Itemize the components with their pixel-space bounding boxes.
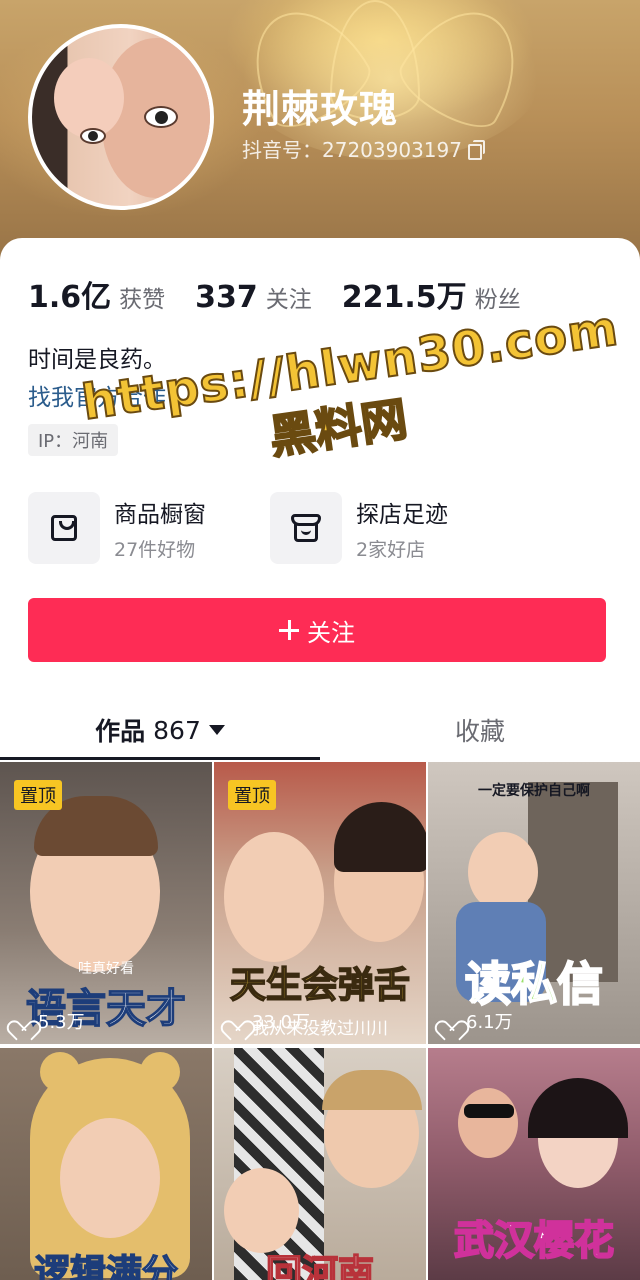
cover-title: 读私信	[464, 956, 604, 1012]
shopping-bag-icon	[28, 492, 100, 564]
like-count-value: 5.3万	[38, 1012, 85, 1033]
cover-figure	[458, 1088, 518, 1158]
like-count-value: 6.1万	[466, 1012, 513, 1033]
avatar[interactable]	[28, 24, 214, 210]
avatar-eye	[80, 128, 106, 144]
stat-followers-value: 221.5万	[341, 280, 467, 315]
video-tile[interactable]: 回河南	[214, 1048, 426, 1280]
avatar-face	[54, 58, 124, 138]
cover-figure	[468, 832, 538, 912]
stat-likes-label: 获赞	[119, 287, 166, 313]
like-count: 6.1万	[440, 1008, 513, 1034]
cover-figure	[60, 1118, 160, 1238]
follow-button-label: 关注	[307, 618, 355, 647]
bio-text: 时间是良药。	[28, 347, 166, 373]
cover-caption: 一定要保护自己啊	[478, 783, 590, 799]
sunglasses-icon	[464, 1104, 514, 1118]
caret-down-icon[interactable]	[208, 725, 225, 735]
cover-ear	[140, 1052, 180, 1092]
video-tile[interactable]: 置顶 哇真好看 语言天才 5.3万	[0, 762, 212, 1044]
ip-badge: IP：河南	[28, 424, 119, 456]
store-visits-title: 探店足迹	[356, 501, 448, 528]
cover-caption: 哇真好看	[78, 961, 134, 977]
content-tabs: 作品 867 收藏	[0, 700, 640, 760]
cover-hair	[322, 1070, 422, 1110]
cover-hair	[334, 802, 426, 872]
douyin-id-text: 抖音号：27203903197	[242, 138, 462, 162]
heart-icon	[440, 1012, 460, 1030]
cover-hair	[528, 1078, 628, 1138]
shop-window-entry[interactable]: 商品橱窗 27件好物	[28, 492, 206, 564]
heart-icon	[226, 1012, 246, 1030]
copy-icon[interactable]	[467, 139, 485, 160]
username: 荆棘玫瑰	[242, 87, 399, 131]
follow-button[interactable]: 关注	[28, 598, 606, 662]
tab-favorites[interactable]: 收藏	[320, 700, 640, 760]
store-visits-subtitle: 2家好店	[356, 538, 426, 561]
video-tile[interactable]: 一定要保护自己啊 读私信 6.1万	[428, 762, 640, 1044]
cover-title: 逻辑满分	[33, 1252, 179, 1280]
avatar-eye	[144, 106, 178, 128]
cover-figure	[224, 832, 324, 962]
pinned-badge: 置顶	[14, 780, 62, 810]
video-tile[interactable]: 置顶 天生会弹舌 我从来没教过川川 33.0万	[214, 762, 426, 1044]
plus-icon	[279, 620, 299, 640]
stat-following-value: 337	[195, 280, 258, 315]
video-tile[interactable]: 武汉樱花	[428, 1048, 640, 1280]
like-count: 33.0万	[226, 1008, 310, 1034]
stat-likes[interactable]: 1.6亿 获赞	[28, 272, 165, 316]
cover-title: 回河南	[265, 1252, 375, 1280]
stat-following[interactable]: 337 关注	[195, 280, 312, 315]
cover-title: 天生会弹舌	[229, 964, 411, 1007]
douyin-id[interactable]: 抖音号：27203903197	[242, 134, 485, 163]
collab-link[interactable]: 找我官方合作	[28, 378, 166, 412]
shop-window-subtitle: 27件好物	[114, 538, 196, 561]
stat-likes-value: 1.6亿	[28, 280, 112, 315]
store-visits-entry[interactable]: 探店足迹 2家好店	[270, 492, 448, 564]
video-tile[interactable]: 逻辑满分	[0, 1048, 212, 1280]
tab-works[interactable]: 作品 867	[0, 700, 320, 760]
like-count: 5.3万	[12, 1008, 85, 1034]
heart-icon	[12, 1012, 32, 1030]
tab-works-count: 867	[153, 715, 201, 745]
like-count-value: 33.0万	[252, 1012, 311, 1033]
cover-figure	[224, 1168, 299, 1253]
stat-followers-label: 粉丝	[474, 287, 521, 313]
cover-title: 武汉樱花	[453, 1217, 615, 1265]
tab-works-label: 作品	[95, 717, 146, 746]
stats-row: 1.6亿 获赞 337 关注 221.5万 粉丝	[28, 272, 551, 316]
active-tab-indicator	[0, 757, 320, 760]
stat-followers[interactable]: 221.5万 粉丝	[342, 272, 521, 316]
cover-ear	[40, 1052, 80, 1092]
pinned-badge: 置顶	[228, 780, 276, 810]
shop-window-title: 商品橱窗	[114, 501, 206, 528]
stat-following-label: 关注	[265, 287, 312, 313]
store-icon	[270, 492, 342, 564]
